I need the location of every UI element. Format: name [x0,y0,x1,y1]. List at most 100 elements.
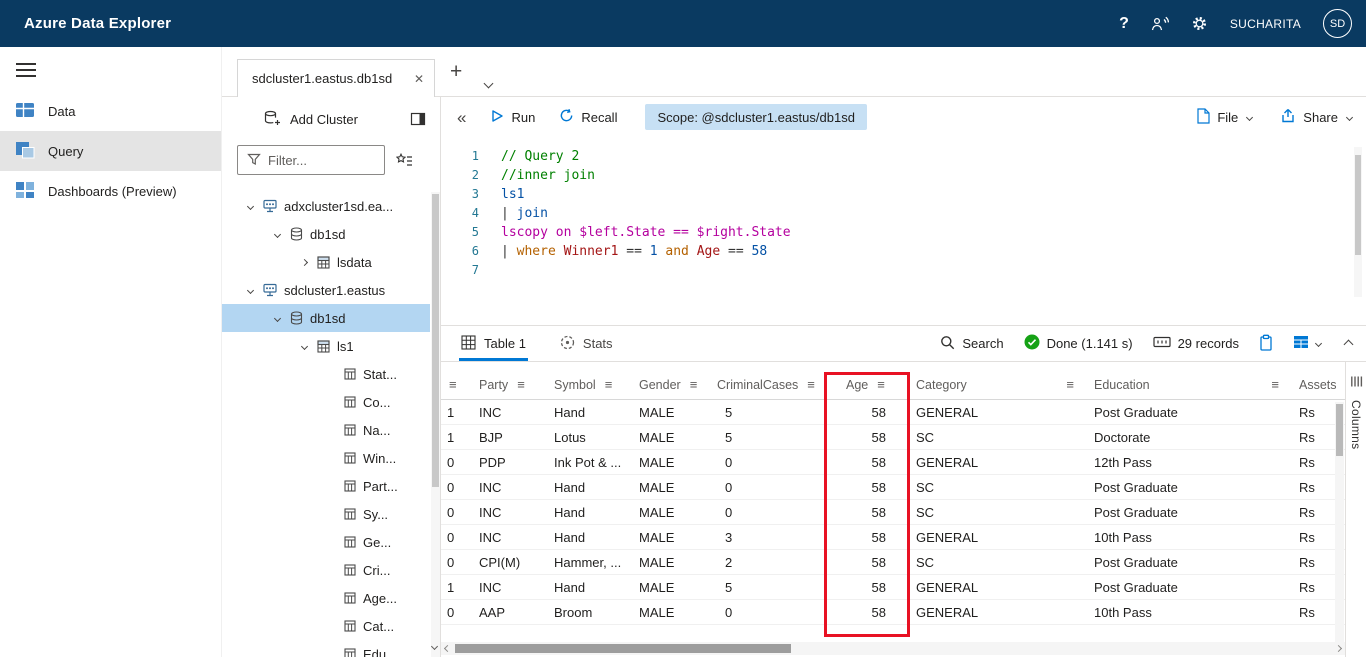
tree-chevron-icon[interactable] [245,288,256,293]
run-button[interactable]: Run [490,109,535,126]
query-editor[interactable]: 1// Query 22//inner join3ls14| join5lsco… [441,137,1366,325]
table-row[interactable]: 0INCHandMALE358GENERAL10th PassRs [441,525,1345,550]
column-menu-icon[interactable]: ≡ [449,377,457,392]
tree-item-co[interactable]: Co... [222,388,430,416]
tree-item-win[interactable]: Win... [222,444,430,472]
table-row[interactable]: 0INCHandMALE058SCPost GraduateRs [441,500,1345,525]
grid-horizontal-scrollbar[interactable] [441,642,1345,655]
tab-list-chevron-icon[interactable] [485,75,492,90]
dock-panel-icon[interactable] [410,111,426,127]
grid-vertical-scrollbar[interactable] [1335,402,1344,642]
tree-item-ge[interactable]: Ge... [222,528,430,556]
tree-item-na[interactable]: Na... [222,416,430,444]
tree-chevron-icon[interactable] [272,232,283,237]
feedback-icon[interactable] [1151,16,1169,32]
tree-item-sy[interactable]: Sy... [222,500,430,528]
tree-item-lsdata[interactable]: lsdata [222,248,430,276]
tree-item-db1sd[interactable]: db1sd [222,220,430,248]
editor-scrollbar-thumb[interactable] [1355,155,1361,255]
tab-table1[interactable]: Table 1 [461,326,526,361]
tree-item-db1sd[interactable]: db1sd [222,304,430,332]
table-row[interactable]: 1INCHandMALE558GENERALPost GraduateRs [441,575,1345,600]
table-row[interactable]: 1BJPLotusMALE558SCDoctorateRs [441,425,1345,450]
editor-line[interactable]: 1// Query 2 [441,147,1366,166]
tree-item-ls1[interactable]: ls1 [222,332,430,360]
column-menu-icon[interactable]: ≡ [1066,377,1074,392]
scroll-left-icon[interactable] [444,645,451,652]
settings-gear-icon[interactable] [1191,15,1208,32]
editor-line[interactable]: 3ls1 [441,185,1366,204]
tree-item-adxcluster1sd-ea[interactable]: adxcluster1sd.ea... [222,192,430,220]
hamburger-menu-icon[interactable] [16,63,36,77]
add-cluster-label[interactable]: Add Cluster [290,112,358,127]
tree-chevron-icon[interactable] [299,344,310,349]
editor-line[interactable]: 2//inner join [441,166,1366,185]
column-menu-icon[interactable]: ≡ [605,377,613,392]
tree-item-edu[interactable]: Edu... [222,640,430,657]
column-header-criminalcases[interactable]: CriminalCases≡ [709,370,826,399]
table-row[interactable]: 1INCHandMALE558GENERALPost GraduateRs [441,400,1345,425]
help-icon[interactable]: ? [1119,15,1129,33]
scroll-right-icon[interactable] [1335,645,1342,652]
column-header-gender[interactable]: Gender≡ [631,370,709,399]
column-menu-icon[interactable]: ≡ [877,377,885,392]
tree-item-cri[interactable]: Cri... [222,556,430,584]
recall-button[interactable]: Recall [559,108,617,126]
share-icon [1280,108,1296,126]
tree-item-cat[interactable]: Cat... [222,612,430,640]
tab-query-document[interactable]: sdcluster1.eastus.db1sd ✕ [237,59,435,97]
column-menu-icon[interactable]: ≡ [807,377,815,392]
view-mode-button[interactable] [1293,335,1321,352]
sidebar-item-data[interactable]: Data [0,91,221,131]
column-header-cropped[interactable]: ≡ [441,370,471,399]
new-tab-button[interactable]: + [450,60,462,84]
grid-horizontal-scrollbar-thumb[interactable] [455,644,791,653]
filter-input[interactable] [268,153,375,168]
editor-line[interactable]: 6| where Winner1 == 1 and Age == 58 [441,242,1366,261]
user-name[interactable]: SUCHARITA [1230,17,1301,31]
close-icon[interactable]: ✕ [414,72,424,86]
file-menu-button[interactable]: File [1196,108,1252,127]
column-header-education[interactable]: Education≡ [1086,370,1291,399]
editor-line[interactable]: 5lscopy on $left.State == $right.State [441,223,1366,242]
scroll-down-icon[interactable] [432,637,437,652]
collapse-results-icon[interactable] [1345,336,1352,351]
column-menu-icon[interactable]: ≡ [690,377,698,392]
editor-scrollbar[interactable] [1354,147,1362,297]
column-menu-icon[interactable]: ≡ [517,377,525,392]
sidebar-item-dashboards[interactable]: Dashboards (Preview) [0,171,221,211]
column-header-symbol[interactable]: Symbol≡ [546,370,631,399]
search-button[interactable]: Search [940,335,1003,353]
share-menu-button[interactable]: Share [1280,108,1352,126]
scope-chip[interactable]: Scope: @sdcluster1.eastus/db1sd [645,104,866,130]
column-header-assets[interactable]: Assets≡ [1291,370,1345,399]
column-header-category[interactable]: Category≡ [908,370,1086,399]
tab-stats[interactable]: Stats [560,326,613,361]
tree-scrollbar-thumb[interactable] [432,194,439,487]
favorites-icon[interactable] [396,153,413,168]
tree-chevron-icon[interactable] [299,260,310,265]
tree-chevron-icon[interactable] [272,316,283,321]
filter-box[interactable] [237,145,385,175]
editor-line[interactable]: 7 [441,261,1366,280]
columns-panel-tab[interactable]: Columns [1345,362,1366,657]
table-row[interactable]: 0INCHandMALE058SCPost GraduateRs [441,475,1345,500]
editor-line[interactable]: 4| join [441,204,1366,223]
tree-item-stat[interactable]: Stat... [222,360,430,388]
tree-item-sdcluster1-eastus[interactable]: sdcluster1.eastus [222,276,430,304]
copy-results-button[interactable] [1259,334,1273,354]
tree-item-age[interactable]: Age... [222,584,430,612]
sidebar-item-query[interactable]: Query [0,131,221,171]
column-menu-icon[interactable]: ≡ [1271,377,1279,392]
grid-vertical-scrollbar-thumb[interactable] [1336,404,1343,456]
collapse-pane-icon[interactable]: « [457,109,466,126]
column-header-party[interactable]: Party≡ [471,370,546,399]
tree-item-part[interactable]: Part... [222,472,430,500]
table-row[interactable]: 0CPI(M)Hammer, ...MALE258SCPost Graduate… [441,550,1345,575]
tree-chevron-icon[interactable] [245,204,256,209]
table-row[interactable]: 0AAPBroomMALE058GENERAL10th PassRs [441,600,1345,625]
tree-scrollbar[interactable] [431,192,440,657]
column-header-age[interactable]: Age≡ [826,370,908,399]
avatar[interactable]: SD [1323,9,1352,38]
table-row[interactable]: 0PDPInk Pot & ...MALE058GENERAL12th Pass… [441,450,1345,475]
